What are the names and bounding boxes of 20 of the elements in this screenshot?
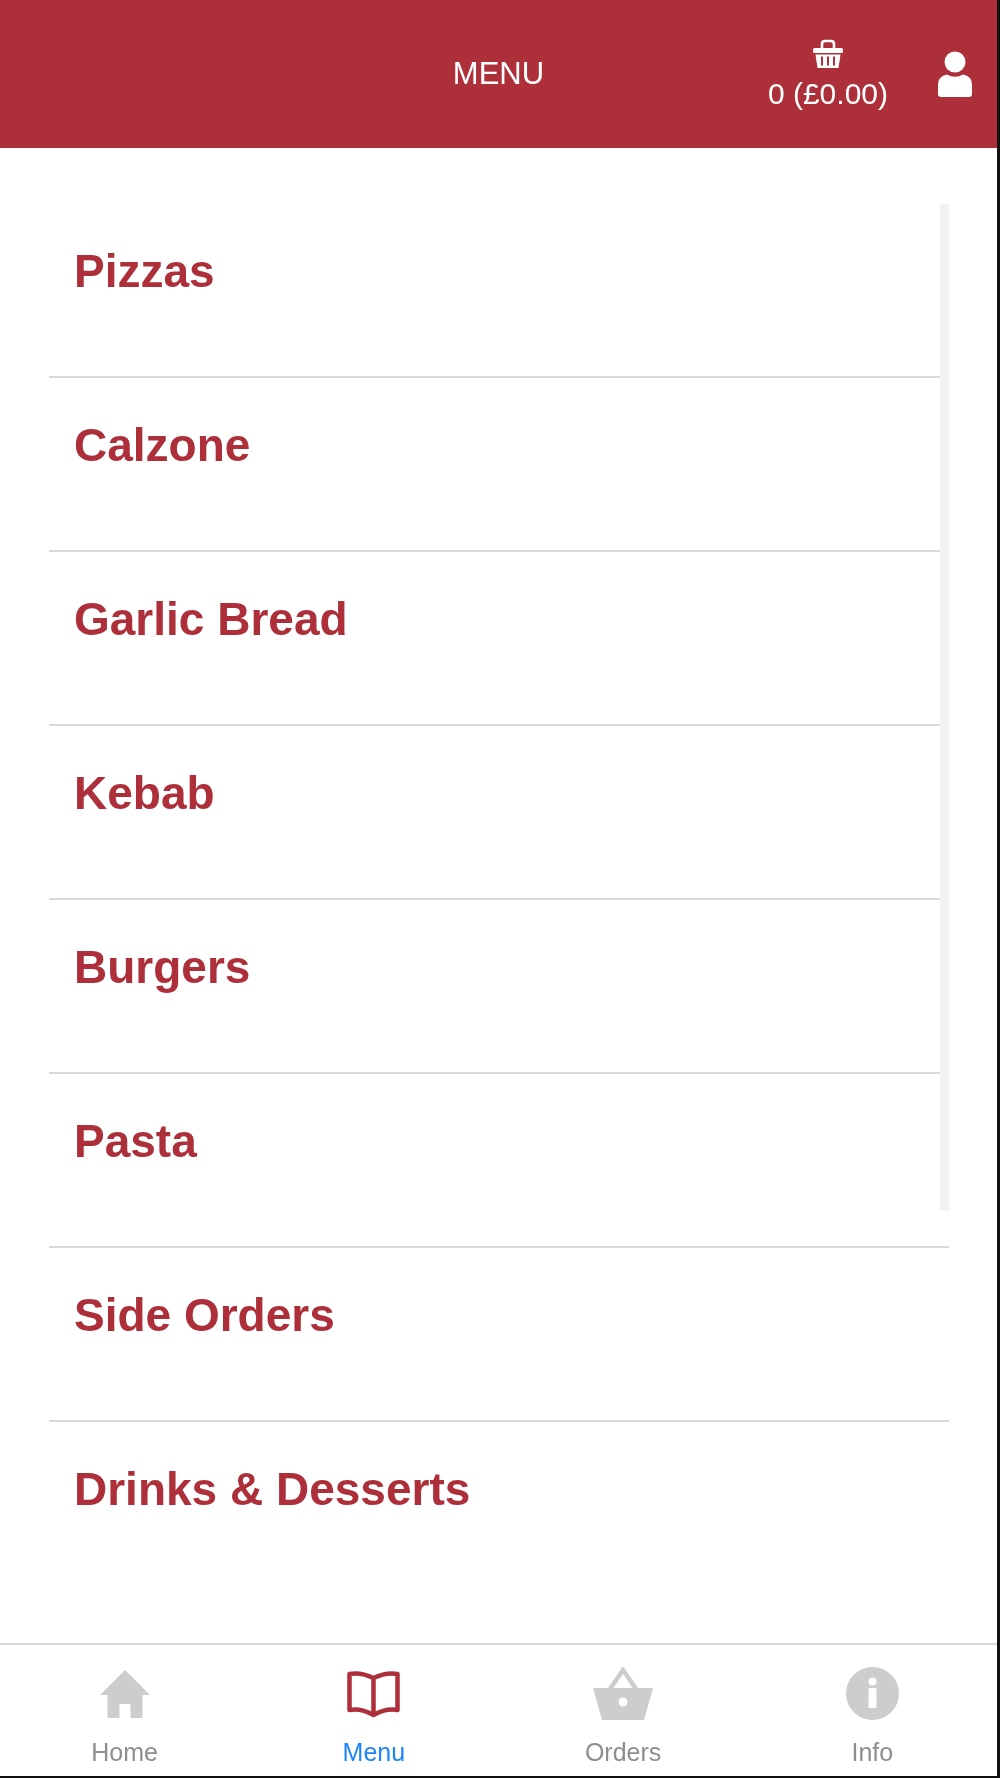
user-icon[interactable] [937,51,973,97]
category-item[interactable]: Garlic Bread [49,552,940,724]
category-item[interactable]: Pasta [49,1074,940,1246]
tab[interactable]: Orders [498,1645,748,1776]
category-item[interactable]: Burgers [49,900,940,1072]
info-icon [845,1667,899,1720]
book-icon [347,1669,401,1718]
tab[interactable]: Home [0,1645,250,1776]
home-icon [98,1669,151,1718]
tab[interactable]: Menu [249,1645,499,1776]
basket-icon [811,38,844,69]
category-item[interactable]: Kebab [49,726,940,898]
page-title: MENU [452,55,545,93]
basket-icon [593,1667,654,1720]
cart-button[interactable]: 0 (£0.00) [767,38,888,110]
category-item[interactable]: Calzone [49,378,940,550]
category-item[interactable]: Side Orders [49,1248,940,1420]
category-item[interactable]: Drinks & Desserts [49,1422,940,1594]
tab[interactable]: Info [747,1645,997,1776]
category-item[interactable]: Pizzas [49,204,940,376]
